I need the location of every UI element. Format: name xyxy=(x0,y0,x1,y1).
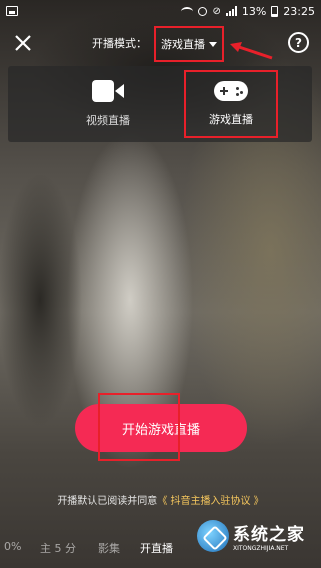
close-icon xyxy=(15,35,31,51)
battery-percent: 13% xyxy=(241,4,267,18)
help-button[interactable]: ? xyxy=(288,32,309,53)
mode-option-label: 游戏直播 xyxy=(209,113,253,126)
mode-option-label: 视频直播 xyxy=(86,114,130,127)
signal-icon xyxy=(225,6,237,16)
selected-mode: 游戏直播 xyxy=(161,38,205,51)
watermark-title: 系统之家 xyxy=(233,525,305,545)
video-camera-icon xyxy=(92,80,124,102)
close-button[interactable] xyxy=(12,32,34,54)
caret-down-icon xyxy=(209,41,217,47)
watermark-logo-icon xyxy=(197,520,229,552)
watermark: 系统之家 XITONGZHIJIA.NET xyxy=(197,508,315,564)
top-bar: 开播模式： 游戏直播 ? xyxy=(0,26,321,62)
gallery-notification-icon xyxy=(6,6,18,16)
status-bar: ⊘ 13% 23:25 xyxy=(0,0,321,22)
agreement-link[interactable]: 《 抖音主播入驻协议 》 xyxy=(157,496,263,507)
annotation-highlight-box xyxy=(98,393,180,461)
tab-item-live[interactable]: 开直播 xyxy=(140,540,173,556)
mode-option-video[interactable]: 视频直播 xyxy=(58,66,158,142)
help-icon: ? xyxy=(295,35,302,50)
alarm-icon xyxy=(198,6,208,16)
tab-item[interactable]: 0% xyxy=(4,540,21,553)
mode-option-game[interactable]: 游戏直播 xyxy=(184,70,278,138)
annotation-arrow-icon xyxy=(230,42,273,60)
battery-icon xyxy=(271,5,279,17)
agreement-prefix: 开播默认已阅读并同意 xyxy=(57,496,158,507)
wifi-icon xyxy=(181,6,194,16)
tab-item[interactable]: 影集 xyxy=(98,540,120,556)
mode-dropdown[interactable]: 游戏直播 xyxy=(154,26,224,62)
mode-label: 开播模式： xyxy=(92,37,147,50)
watermark-url: XITONGZHIJIA.NET xyxy=(233,545,289,552)
agreement-text: 开播默认已阅读并同意《 抖音主播入驻协议 》 xyxy=(0,492,321,507)
clock: 23:25 xyxy=(283,4,315,18)
mute-icon: ⊘ xyxy=(212,5,221,17)
gamepad-icon xyxy=(214,81,248,101)
mode-panel: 视频直播 游戏直播 xyxy=(8,66,312,142)
tab-item[interactable]: 主 5 分 xyxy=(40,540,76,556)
